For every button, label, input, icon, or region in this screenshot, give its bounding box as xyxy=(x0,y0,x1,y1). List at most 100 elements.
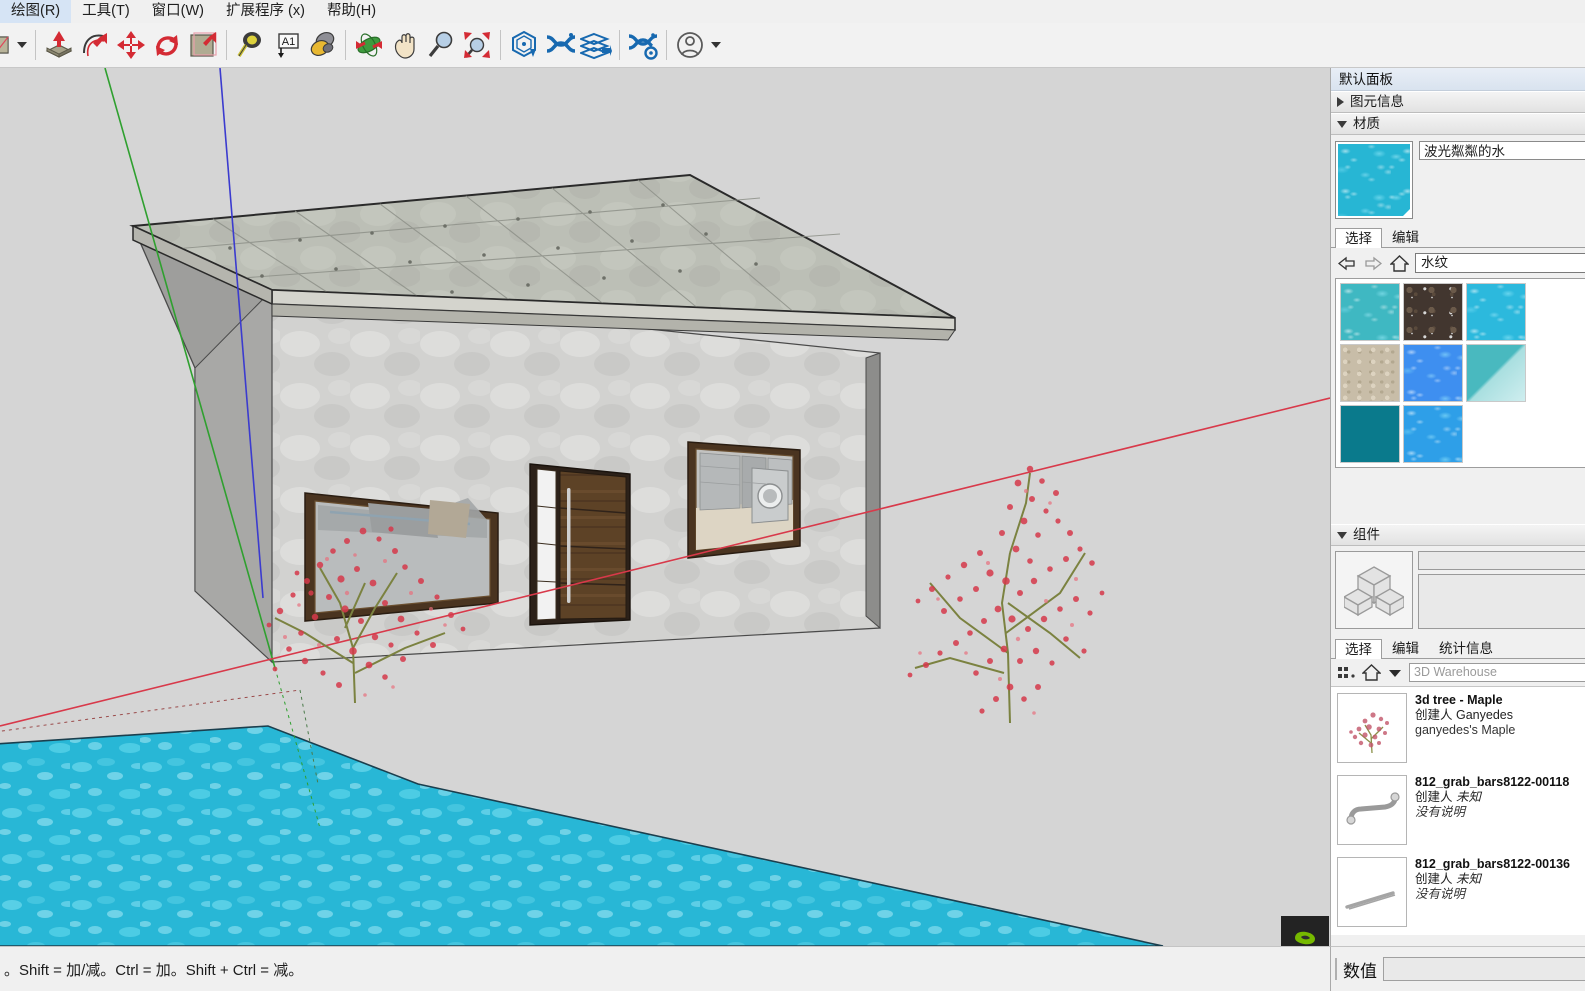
toolbar-separator xyxy=(666,30,667,60)
component-description: 没有说明 xyxy=(1415,805,1466,819)
text-tool-icon[interactable]: A1 xyxy=(268,26,304,64)
grab-bar-thin-thumb xyxy=(1337,857,1407,927)
tab-materials-edit[interactable]: 编辑 xyxy=(1382,227,1429,247)
tab-components-select[interactable]: 选择 xyxy=(1335,639,1382,659)
select-tool-icon[interactable] xyxy=(0,26,14,64)
tape-measure-tool-icon[interactable] xyxy=(232,26,268,64)
section-components[interactable]: 组件 xyxy=(1331,524,1585,546)
component-author-name: 未知 xyxy=(1456,790,1482,804)
current-material-swatch[interactable] xyxy=(1335,141,1413,219)
list-item[interactable]: 3d tree - Maple 创建人 Ganyedes ganyedes's … xyxy=(1331,687,1585,769)
component-description: 没有说明 xyxy=(1415,887,1466,901)
pan-tool-icon[interactable] xyxy=(387,26,423,64)
material-swatch-grid xyxy=(1335,278,1585,468)
material-swatch-5[interactable] xyxy=(1466,344,1526,402)
component-description-field[interactable] xyxy=(1418,574,1585,629)
grid-view-icon[interactable] xyxy=(1337,664,1357,682)
toolbar-separator xyxy=(619,30,620,60)
status-hint-text: 。Shift = 加/减。Ctrl = 加。Shift + Ctrl = 减。 xyxy=(4,961,304,979)
section-entity-info[interactable]: 图元信息 xyxy=(1331,91,1585,113)
3d-viewport[interactable] xyxy=(0,68,1330,946)
vcb-divider xyxy=(1335,958,1337,980)
forward-arrow-icon[interactable] xyxy=(1363,254,1383,272)
chevron-down-icon[interactable] xyxy=(14,26,30,64)
orbit-tool-icon[interactable] xyxy=(351,26,387,64)
chevron-down-icon[interactable] xyxy=(1385,664,1405,682)
menu-item-3[interactable]: 扩展程序 (x) xyxy=(215,0,316,23)
zoom-extents-tool-icon[interactable] xyxy=(459,26,495,64)
toolbar-separator xyxy=(226,30,227,60)
extension-layer-tool-icon[interactable] xyxy=(578,26,614,64)
component-author: 创建人 未知 xyxy=(1415,790,1569,805)
component-author-name: 未知 xyxy=(1456,872,1482,886)
section-entity-info-label: 图元信息 xyxy=(1350,94,1404,109)
move-tool-icon[interactable] xyxy=(113,26,149,64)
menu-item-1[interactable]: 工具(T) xyxy=(71,0,141,23)
window-right xyxy=(687,441,801,559)
materials-tabs: 选择 编辑 xyxy=(1331,227,1585,248)
materials-nav-row: 水纹 xyxy=(1331,248,1585,278)
measurement-box: 数值 xyxy=(1330,946,1585,991)
material-swatch-2[interactable] xyxy=(1466,283,1526,341)
push-pull-tool-icon[interactable] xyxy=(41,26,77,64)
extension-mesh-tool-icon[interactable] xyxy=(542,26,578,64)
follow-me-tool-icon[interactable] xyxy=(77,26,113,64)
vcb-label: 数值 xyxy=(1343,961,1377,981)
door-handle xyxy=(567,488,571,603)
account-chevron-down-icon[interactable] xyxy=(708,26,724,64)
component-author: 创建人 未知 xyxy=(1415,872,1570,887)
component-title: 812_grab_bars8122-00118 xyxy=(1415,775,1570,789)
material-swatch-0[interactable] xyxy=(1340,283,1400,341)
menu-item-2[interactable]: 窗口(W) xyxy=(141,0,215,23)
vcb-input[interactable] xyxy=(1383,957,1585,981)
extension-solid-tool-icon[interactable] xyxy=(506,26,542,64)
section-components-label: 组件 xyxy=(1353,527,1380,542)
component-title: 3d tree - Maple xyxy=(1415,693,1503,707)
material-corner-marker xyxy=(1402,208,1411,217)
chevron-down-icon xyxy=(1337,531,1347,539)
material-swatch-3[interactable] xyxy=(1340,344,1400,402)
material-swatch-7[interactable] xyxy=(1403,405,1463,463)
paint-bucket-tool-icon[interactable] xyxy=(304,26,340,64)
component-author-label: 创建人 xyxy=(1415,708,1453,722)
section-materials[interactable]: 材质 xyxy=(1331,113,1585,135)
status-bar: 。Shift = 加/减。Ctrl = 加。Shift + Ctrl = 减。 xyxy=(0,946,1330,991)
components-tabs: 选择 编辑 统计信息 xyxy=(1331,638,1585,659)
current-material-row: 波光粼粼的水 xyxy=(1331,135,1585,223)
home-icon[interactable] xyxy=(1389,254,1409,272)
tray-title: 默认面板 xyxy=(1331,68,1585,91)
offset-tool-icon[interactable] xyxy=(185,26,221,64)
tab-materials-select[interactable]: 选择 xyxy=(1335,228,1382,248)
material-swatch-1[interactable] xyxy=(1403,283,1463,341)
material-collection-dropdown[interactable]: 水纹 xyxy=(1415,253,1585,273)
account-button[interactable] xyxy=(672,26,708,64)
tab-components-edit[interactable]: 编辑 xyxy=(1382,638,1429,658)
entry-door xyxy=(529,463,631,626)
current-material-name[interactable]: 波光粼粼的水 xyxy=(1419,141,1585,160)
warehouse-results-list[interactable]: 3d tree - Maple 创建人 Ganyedes ganyedes's … xyxy=(1331,686,1585,935)
grab-bar-thumb xyxy=(1337,775,1407,845)
component-title: 812_grab_bars8122-00136 xyxy=(1415,857,1570,871)
section-materials-label: 材质 xyxy=(1353,116,1380,131)
house-right-edge xyxy=(865,352,881,630)
menu-item-4[interactable]: 帮助(H) xyxy=(316,0,387,23)
back-arrow-icon[interactable] xyxy=(1337,254,1357,272)
component-author: 创建人 Ganyedes xyxy=(1415,708,1515,723)
water-surface xyxy=(0,725,1164,946)
tab-components-stats[interactable]: 统计信息 xyxy=(1429,638,1503,658)
list-item[interactable]: 812_grab_bars8122-00136 创建人 未知 没有说明 xyxy=(1331,851,1585,933)
zoom-tool-icon[interactable] xyxy=(423,26,459,64)
home-icon[interactable] xyxy=(1361,664,1381,682)
menu-item-0[interactable]: 绘图(R) xyxy=(0,0,72,23)
material-swatch-4[interactable] xyxy=(1403,344,1463,402)
component-author-label: 创建人 xyxy=(1415,872,1453,886)
chevron-right-icon xyxy=(1337,97,1344,107)
extension-settings-tool-icon[interactable] xyxy=(625,26,661,64)
list-item[interactable]: 812_grab_bars8122-00118 创建人 未知 没有说明 xyxy=(1331,769,1585,851)
warehouse-search-input[interactable]: 3D Warehouse xyxy=(1409,663,1585,682)
rotate-tool-icon[interactable] xyxy=(149,26,185,64)
component-preview-row xyxy=(1331,546,1585,634)
component-name-field[interactable] xyxy=(1418,551,1585,570)
material-swatch-6[interactable] xyxy=(1340,405,1400,463)
component-author-name: Ganyedes xyxy=(1456,708,1513,722)
